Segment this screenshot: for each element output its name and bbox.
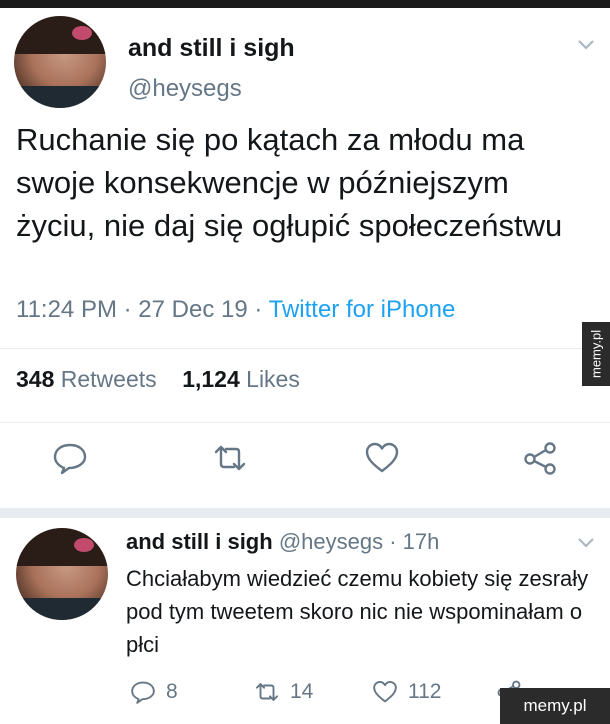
retweet-icon <box>255 683 279 701</box>
tweet-text: Ruchanie się po kątach za młodu ma swoje… <box>16 122 563 243</box>
reply-action[interactable]: 8 <box>130 678 178 706</box>
engagement-stats: 348 Retweets 1,124 Likes <box>16 366 300 393</box>
user-handle[interactable]: @heysegs <box>128 75 242 103</box>
user-handle[interactable]: @heysegs <box>279 529 383 554</box>
retweet-action[interactable]: 14 <box>254 678 313 706</box>
likes-count: 1,124 <box>182 366 240 392</box>
like-count: 112 <box>408 680 442 703</box>
share-icon[interactable] <box>522 440 558 476</box>
tweet-actions <box>0 440 610 480</box>
avatar-shirt <box>16 598 108 620</box>
divider <box>0 348 610 349</box>
reply-icon[interactable] <box>52 440 88 476</box>
retweets-count: 348 <box>16 366 55 392</box>
retweets-label: Retweets <box>60 366 157 392</box>
divider <box>0 422 610 423</box>
avatar-shirt <box>14 86 106 108</box>
tweet-time: 11:24 PM <box>16 296 117 323</box>
tweet-source-link[interactable]: Twitter for iPhone <box>269 296 456 323</box>
avatar-hair <box>14 16 106 54</box>
tweet-date[interactable]: 27 Dec 19 <box>138 296 247 323</box>
display-name[interactable]: and still i sigh <box>128 34 295 63</box>
tweet-meta: 11:24 PM · 27 Dec 19 · Twitter for iPhon… <box>16 296 455 324</box>
chevron-down-icon[interactable] <box>576 536 596 550</box>
like-action[interactable]: 112 <box>372 678 441 706</box>
avatar[interactable] <box>14 16 106 108</box>
top-border <box>0 0 610 8</box>
avatar[interactable] <box>16 528 108 620</box>
likes-stat[interactable]: 1,124 Likes <box>182 366 300 392</box>
meta-separator: · <box>389 529 397 554</box>
retweets-stat[interactable]: 348 Retweets <box>16 366 157 392</box>
watermark-side: memy.pl <box>582 322 610 386</box>
tweet-time[interactable]: 17h <box>403 529 440 554</box>
reply-header: and still i sigh @heysegs · 17h <box>126 529 439 555</box>
avatar-flower <box>74 538 94 552</box>
like-icon[interactable] <box>364 440 400 476</box>
watermark-corner: memy.pl <box>500 688 610 724</box>
retweet-count: 14 <box>290 680 314 703</box>
reply-icon <box>131 681 155 704</box>
tweet-text: Chciałabym wiedzieć czemu kobiety się ze… <box>126 566 589 657</box>
meta-separator: · <box>254 296 263 323</box>
main-tweet: and still i sigh @heysegs Ruchanie się p… <box>0 8 610 508</box>
avatar-flower <box>72 26 92 40</box>
tweet-separator <box>0 508 610 518</box>
meta-separator: · <box>123 296 132 323</box>
likes-label: Likes <box>246 366 300 392</box>
display-name[interactable]: and still i sigh <box>126 529 273 554</box>
avatar-hair <box>16 528 108 566</box>
chevron-down-icon[interactable] <box>576 38 596 52</box>
like-icon <box>373 680 397 703</box>
reply-count: 8 <box>166 680 178 703</box>
retweet-icon[interactable] <box>212 440 248 476</box>
